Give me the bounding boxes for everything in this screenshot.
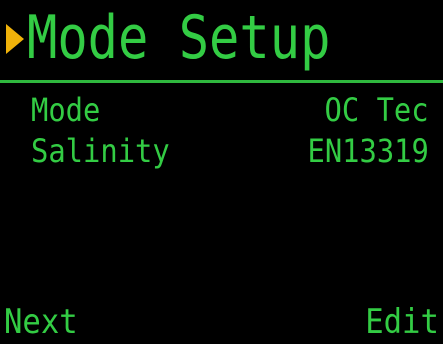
setting-value-mode: OC Tec [324, 91, 429, 129]
title-divider [0, 80, 443, 83]
setting-value-salinity: EN13319 [307, 132, 429, 170]
title-bar: Mode Setup [0, 0, 443, 83]
setting-row-salinity[interactable]: Salinity EN13319 [0, 131, 443, 171]
setting-label-salinity: Salinity [31, 132, 170, 170]
page-title: Mode Setup [27, 3, 331, 73]
setting-row-mode[interactable]: Mode OC Tec [0, 90, 443, 130]
edit-softkey-button[interactable]: Edit [365, 300, 439, 344]
setting-label-mode: Mode [31, 91, 101, 129]
dive-computer-screen: Mode Setup Mode OC Tec Salinity EN13319 … [0, 0, 443, 344]
next-softkey-button[interactable]: Next [4, 300, 78, 344]
selection-arrow-icon [6, 24, 24, 54]
